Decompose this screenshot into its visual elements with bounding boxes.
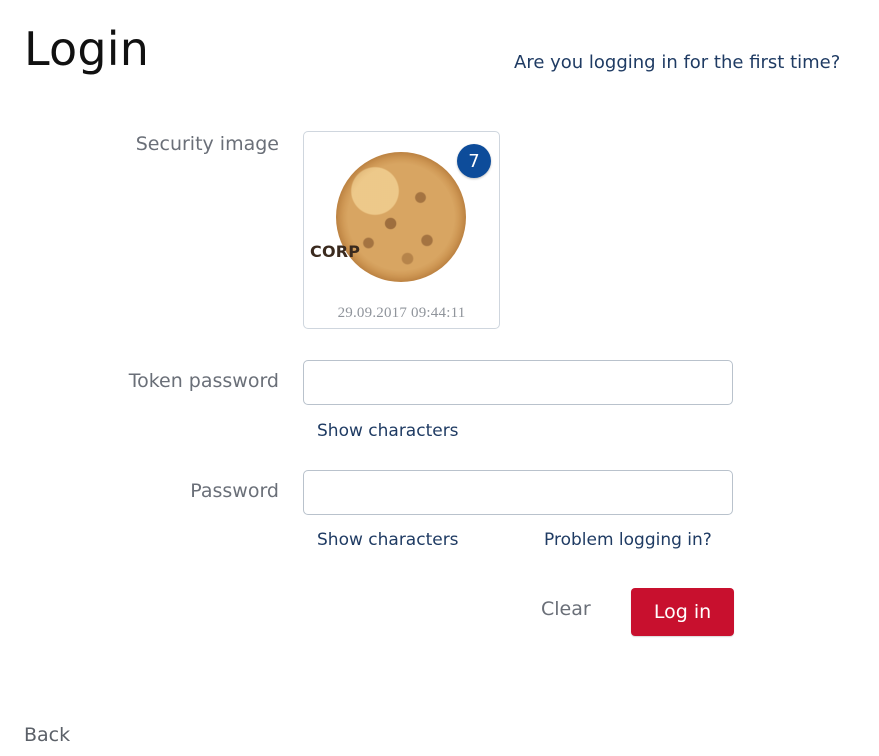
token-password-label: Token password [128,370,279,392]
security-image-overlay-text: CORP [310,242,361,261]
token-password-input[interactable] [303,360,733,405]
login-button[interactable]: Log in [631,588,734,636]
security-image-timestamp: 29.09.2017 09:44:11 [337,305,466,321]
security-image-badge: 7 [457,144,491,178]
first-time-login-link[interactable]: Are you logging in for the first time? [514,52,840,73]
show-token-characters-link[interactable]: Show characters [317,421,459,441]
page-title: Login [24,22,150,76]
security-image-label: Security image [135,133,279,155]
problem-logging-in-link[interactable]: Problem logging in? [544,530,712,550]
cookie-image [336,152,466,282]
security-image-card: CORP 7 29.09.2017 09:44:11 [303,131,500,329]
password-input[interactable] [303,470,733,515]
clear-button[interactable]: Clear [541,598,591,620]
password-label: Password [190,480,279,502]
back-link[interactable]: Back [24,724,70,746]
login-page: Login Are you logging in for the first t… [0,0,879,756]
show-password-characters-link[interactable]: Show characters [317,530,459,550]
